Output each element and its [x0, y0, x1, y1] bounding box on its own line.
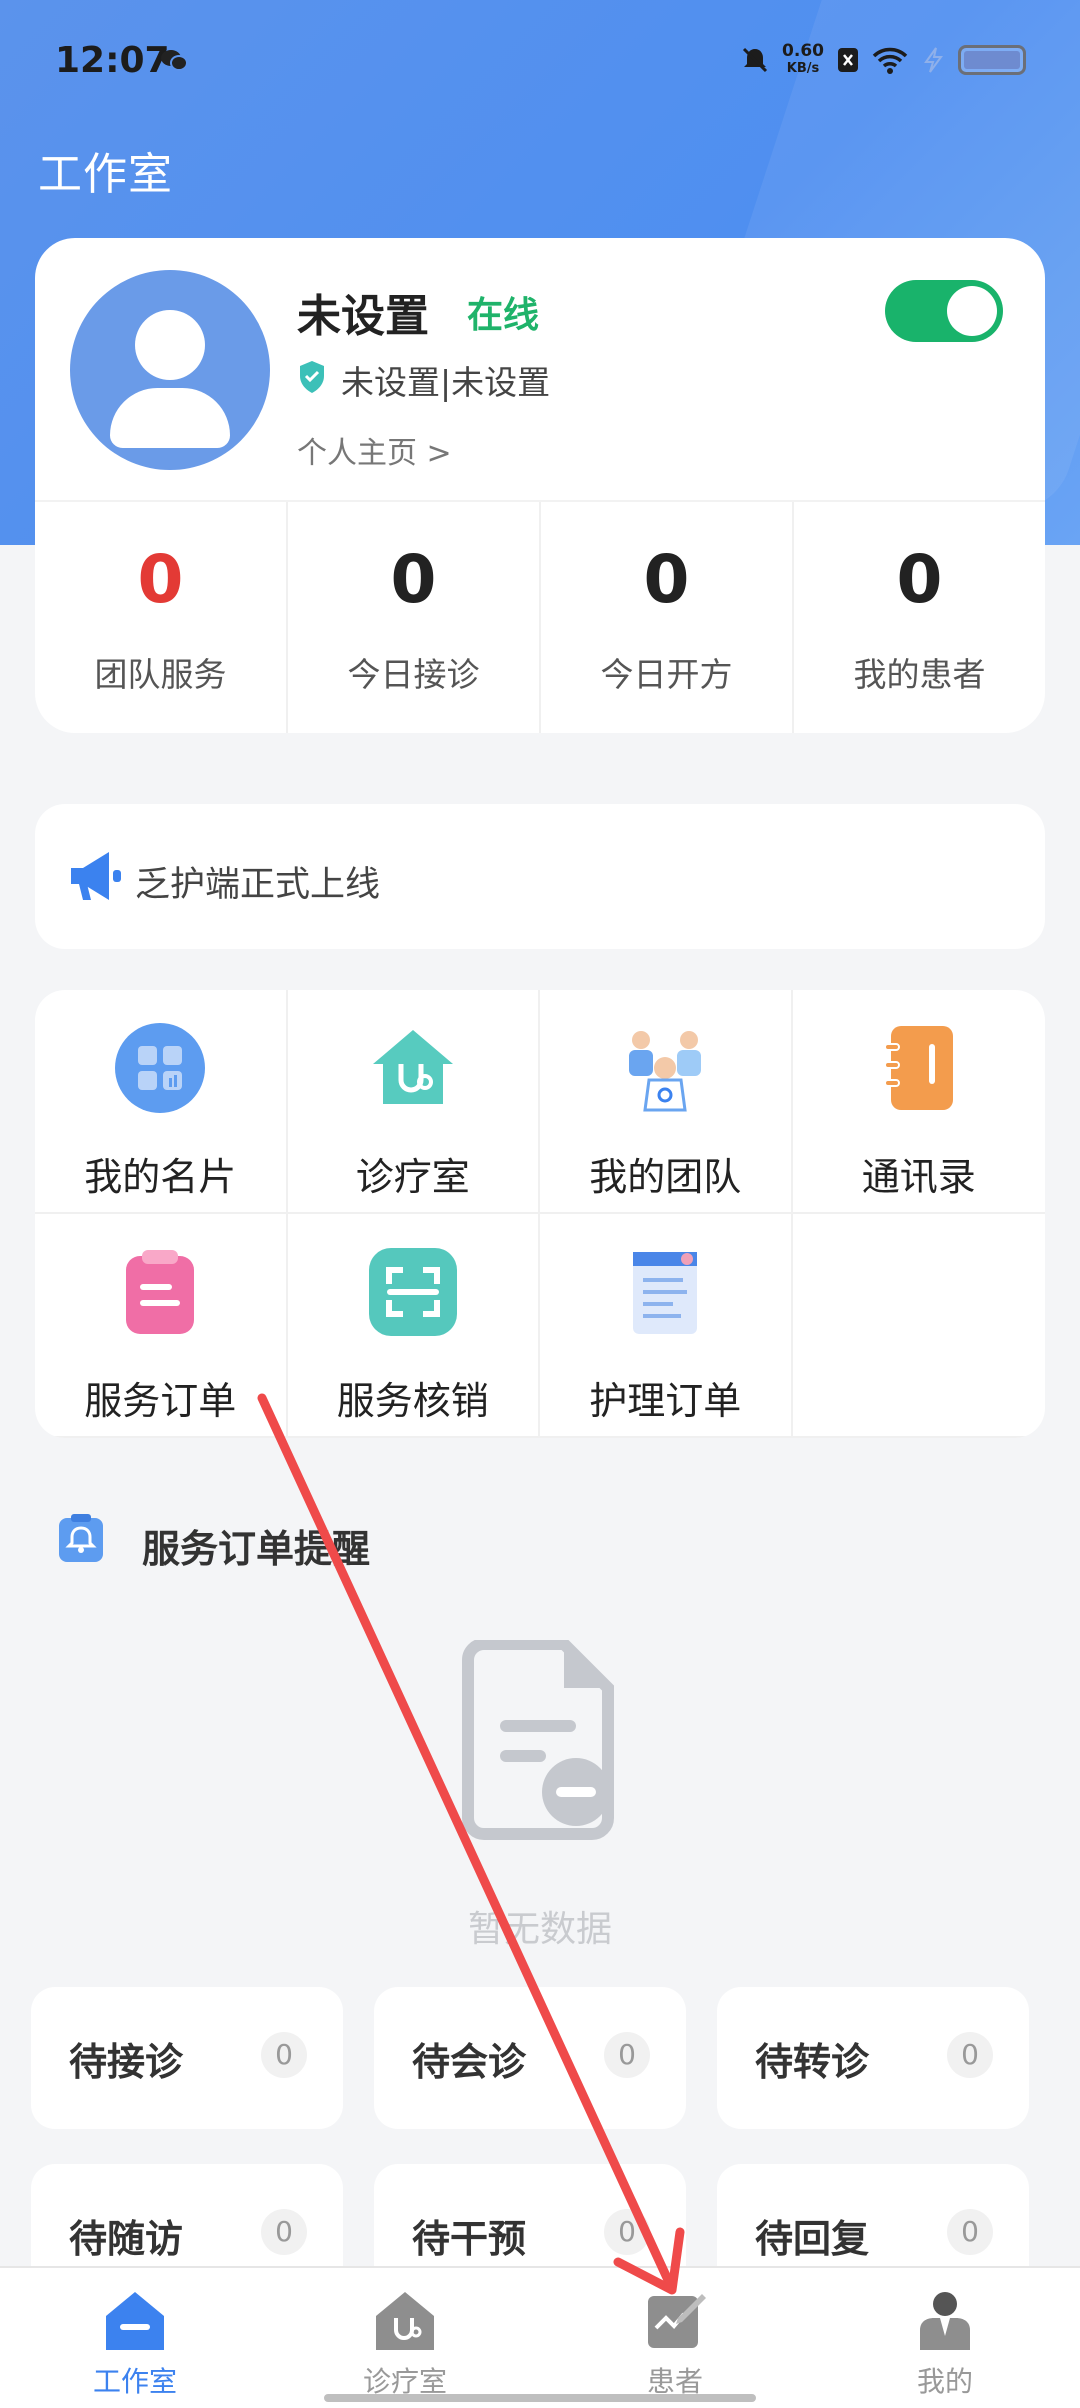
empty-state-text: 暂无数据	[467, 1909, 612, 1950]
reminders-title: 服务订单提醒	[142, 1527, 371, 1571]
stat-label: 今日开方	[600, 655, 733, 694]
patient-record-icon	[648, 2294, 706, 2348]
empty-document-icon	[462, 1640, 614, 1840]
tab-patients[interactable]: 患者	[540, 2268, 810, 2408]
verified-badge-icon	[300, 361, 324, 393]
team-icon	[629, 1031, 702, 1112]
page-title: 工作室	[38, 149, 173, 200]
pending-label: 待随访	[69, 2217, 184, 2261]
stat-today-prescriptions[interactable]: 0 今日开方	[541, 502, 794, 733]
studio-home-icon	[106, 2292, 164, 2350]
doctor-title: 未设置|未设置	[341, 363, 551, 402]
bottom-tab-bar: 工作室 诊疗室 患者 我的	[0, 2266, 1080, 2408]
pending-count: 0	[604, 2209, 650, 2255]
doctor-name: 未设置	[297, 291, 429, 342]
profile-card: 未设置 在线 未设置|未设置 个人主页 > 0 团队服务 0 今日接诊 0 今日…	[35, 238, 1045, 733]
speed-value: 0.60	[782, 41, 824, 61]
pending-count: 0	[261, 2032, 307, 2078]
tab-label: 工作室	[92, 2365, 177, 2398]
mute-bell-icon	[742, 47, 768, 73]
scan-verify-icon	[368, 1248, 457, 1336]
pending-count: 0	[261, 2209, 307, 2255]
stats-row: 0 团队服务 0 今日接诊 0 今日开方 0 我的患者	[35, 500, 1045, 733]
avatar[interactable]	[70, 270, 270, 470]
pending-count: 0	[604, 2032, 650, 2078]
tab-mine[interactable]: 我的	[810, 2268, 1080, 2408]
notice-banner[interactable]: 乏护端正式上线	[35, 804, 1045, 949]
grid-item-label: 服务核销	[336, 1379, 489, 1423]
clinic-tab-icon	[376, 2292, 434, 2350]
battery-icon	[958, 45, 1026, 75]
speed-unit: KB/s	[786, 61, 820, 76]
reminder-bell-icon	[59, 1514, 103, 1562]
service-order-icon	[126, 1250, 195, 1334]
grid-item-label: 我的名片	[84, 1155, 237, 1199]
stat-value: 0	[390, 541, 437, 618]
tab-clinic[interactable]: 诊疗室	[270, 2268, 540, 2408]
pending-card-joint-consult[interactable]: 待会诊 0	[374, 1987, 686, 2129]
network-speed: 0.60 KB/s	[782, 42, 824, 78]
pending-card-consult[interactable]: 待接诊 0	[31, 1987, 343, 2129]
stat-team-service[interactable]: 0 团队服务	[35, 502, 288, 733]
stat-label: 团队服务	[94, 655, 227, 694]
notice-text: 乏护端正式上线	[135, 865, 381, 905]
sim-icon	[838, 48, 858, 72]
stat-my-patients[interactable]: 0 我的患者	[794, 502, 1045, 733]
profile-user-icon	[920, 2292, 970, 2350]
stat-value: 0	[137, 541, 184, 618]
pending-label: 待回复	[755, 2217, 870, 2261]
grid-item-nursing-order[interactable]: 护理订单	[540, 1214, 793, 1438]
grid-item-empty	[792, 1214, 1045, 1438]
stat-label: 今日接诊	[347, 655, 480, 694]
grid-item-label: 服务订单	[84, 1379, 237, 1423]
pending-label: 待接诊	[69, 2040, 184, 2084]
grid-item-service-order[interactable]: 服务订单	[35, 1214, 288, 1438]
grid-item-label: 诊疗室	[355, 1155, 470, 1199]
grid-item-label: 我的团队	[589, 1155, 742, 1199]
nursing-order-icon	[633, 1252, 698, 1334]
stat-label: 我的患者	[853, 655, 986, 694]
wechat-icon	[161, 50, 188, 71]
grid-item-label: 通讯录	[861, 1155, 976, 1199]
function-grid: 我的名片 诊疗室 我的团队 通讯录 服务订单 服务核销 护理订单	[35, 990, 1045, 1438]
pending-card-referral[interactable]: 待转诊 0	[717, 1987, 1029, 2129]
personal-homepage-link[interactable]: 个人主页 >	[297, 428, 452, 472]
contacts-icon	[883, 1026, 953, 1110]
grid-item-clinic[interactable]: 诊疗室	[287, 990, 540, 1214]
home-indicator[interactable]	[324, 2394, 756, 2402]
online-status: 在线	[467, 295, 540, 336]
status-time: 12:07	[55, 40, 170, 81]
pending-count: 0	[947, 2209, 993, 2255]
grid-item-service-verify[interactable]: 服务核销	[287, 1214, 540, 1438]
stat-today-visits[interactable]: 0 今日接诊	[288, 502, 541, 733]
tab-label: 我的	[916, 2365, 973, 2398]
status-bar: 12:07 0.60 KB/s	[0, 0, 1080, 126]
tab-studio[interactable]: 工作室	[0, 2268, 270, 2408]
pending-label: 待转诊	[755, 2040, 870, 2084]
charging-icon	[924, 47, 943, 73]
grid-item-business-card[interactable]: 我的名片	[35, 990, 288, 1214]
online-toggle[interactable]	[885, 280, 1003, 342]
grid-item-my-team[interactable]: 我的团队	[540, 990, 793, 1214]
grid-item-contacts[interactable]: 通讯录	[792, 990, 1045, 1214]
pending-count: 0	[947, 2032, 993, 2078]
clinic-icon	[372, 1030, 453, 1104]
stat-value: 0	[896, 541, 943, 618]
stat-value: 0	[643, 541, 690, 618]
pending-label: 待会诊	[412, 2040, 527, 2084]
business-card-icon	[115, 1023, 206, 1113]
pending-label: 待干预	[412, 2217, 527, 2261]
wifi-icon	[872, 47, 908, 74]
megaphone-icon	[71, 852, 121, 900]
status-icons: 0.60 KB/s	[740, 42, 1026, 78]
grid-item-label: 护理订单	[589, 1379, 742, 1423]
